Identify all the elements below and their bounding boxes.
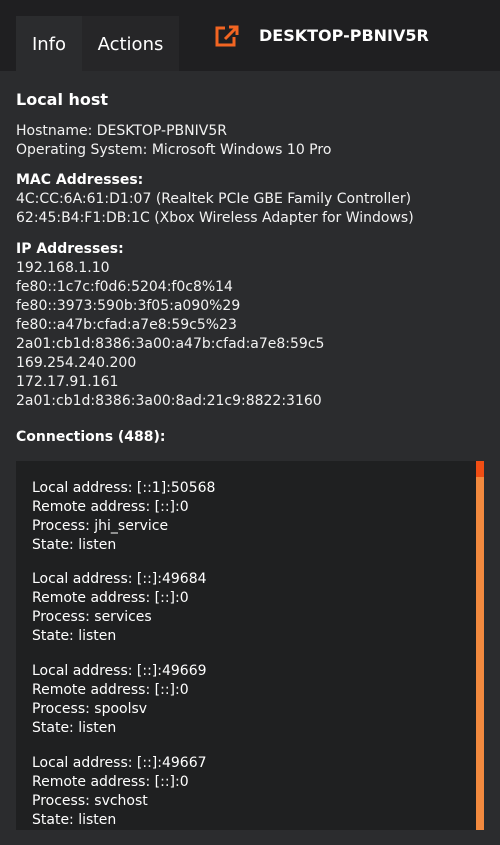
mac-address-item: 62:45:B4:F1:DB:1C (Xbox Wireless Adapter…	[16, 210, 414, 226]
connection-local-address: Local address: [::]:49667	[32, 755, 207, 771]
connections-heading: Connections (488):	[16, 429, 166, 445]
scrollbar-track[interactable]	[476, 461, 484, 830]
connection-process: Process: svchost	[32, 793, 148, 809]
connection-process: Process: jhi_service	[32, 518, 169, 534]
tab-info[interactable]: Info	[16, 16, 82, 71]
connection-local-address: Local address: [::]:49669	[32, 663, 207, 679]
connection-remote-address: Remote address: [::]:0	[32, 682, 189, 698]
connection-remote-address: Remote address: [::]:0	[32, 499, 189, 515]
connection-local-address: Local address: [::]:49684	[32, 571, 207, 587]
connection-state: State: listen	[32, 628, 117, 644]
ip-addresses-heading: IP Addresses:	[16, 241, 124, 257]
connection-remote-address: Remote address: [::]:0	[32, 590, 189, 606]
ip-address-item: 2a01:cb1d:8386:3a00:a47b:cfad:a7e8:59c5	[16, 336, 325, 352]
connection-state: State: listen	[32, 812, 117, 828]
top-bar: Info Actions DESKTOP-PBNIV5R	[0, 0, 500, 71]
ip-address-item: fe80::3973:590b:3f05:a090%29	[16, 298, 241, 314]
host-title: DESKTOP-PBNIV5R	[259, 26, 429, 45]
ip-address-item: 169.254.240.200	[16, 355, 137, 371]
ip-address-item: 172.17.91.161	[16, 374, 119, 390]
connection-process: Process: spoolsv	[32, 701, 148, 717]
connection-remote-address: Remote address: [::]:0	[32, 774, 189, 790]
tab-actions[interactable]: Actions	[82, 16, 179, 71]
ip-address-item: 2a01:cb1d:8386:3a00:8ad:21c9:8822:3160	[16, 393, 322, 409]
hostname-text: Hostname: DESKTOP-PBNIV5R	[16, 123, 227, 139]
mac-address-item: 4C:CC:6A:61:D1:07 (Realtek PCIe GBE Fami…	[16, 191, 412, 207]
connection-process: Process: services	[32, 609, 152, 625]
os-text: Operating System: Microsoft Windows 10 P…	[16, 142, 332, 158]
ip-address-item: 192.168.1.10	[16, 260, 110, 276]
connection-state: State: listen	[32, 537, 117, 553]
ip-address-item: fe80::a47b:cfad:a7e8:59c5%23	[16, 317, 237, 333]
connection-state: State: listen	[32, 720, 117, 736]
external-link-icon[interactable]	[214, 24, 240, 48]
connections-list[interactable]: Local address: [::1]:50568 Remote addres…	[16, 461, 484, 830]
connection-local-address: Local address: [::1]:50568	[32, 480, 216, 496]
ip-address-item: fe80::1c7c:f0d6:5204:f0c8%14	[16, 279, 233, 295]
mac-addresses-heading: MAC Addresses:	[16, 172, 144, 188]
scrollbar-thumb[interactable]	[476, 461, 484, 477]
section-title: Local host	[16, 90, 109, 109]
